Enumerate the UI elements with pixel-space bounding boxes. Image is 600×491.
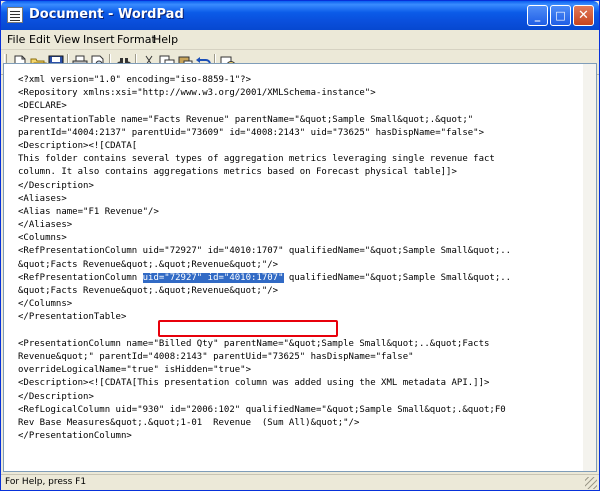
doc-line: Rev Base Measures&quot;.&quot;1-01 Reven… bbox=[18, 417, 360, 428]
line-text-after-selection: qualifiedName="&quot;Sample Small&quot;.… bbox=[283, 272, 512, 283]
doc-line: <Repository xmlns:xsi="http://www.w3.org… bbox=[18, 88, 376, 99]
menu-help[interactable]: Help bbox=[153, 33, 178, 46]
doc-line: <Aliases> bbox=[18, 193, 67, 204]
menu-view[interactable]: View bbox=[54, 33, 80, 46]
doc-line: &quot;Facts Revenue&quot;.&quot;Revenue&… bbox=[18, 259, 279, 270]
vertical-scrollbar[interactable] bbox=[583, 64, 596, 471]
doc-line: Revenue&quot;" parentId="4008:2143" pare… bbox=[18, 351, 414, 362]
doc-line: <PresentationColumn name="Billed Qty" pa… bbox=[18, 338, 490, 349]
document-content[interactable]: <?xml version="1.0" encoding="iso-8859-1… bbox=[18, 74, 578, 443]
status-text: For Help, press F1 bbox=[5, 477, 87, 487]
wordpad-app-icon[interactable] bbox=[7, 7, 23, 23]
doc-line: <Description><![CDATA[This presentation … bbox=[18, 378, 490, 389]
doc-line: </Aliases> bbox=[18, 220, 73, 231]
close-button[interactable]: ✕ bbox=[573, 5, 594, 26]
wordpad-window: Document - WordPad _ □ ✕ File Edit View … bbox=[0, 0, 600, 491]
doc-line-highlighted: <RefPresentationColumn uid="72927" id="4… bbox=[18, 272, 578, 285]
doc-line: <DECLARE> bbox=[18, 101, 67, 112]
doc-line: <Description><![CDATA[ bbox=[18, 140, 138, 151]
doc-line: parentId="4004:2137" parentUid="73609" i… bbox=[18, 127, 484, 138]
doc-line: </Columns> bbox=[18, 299, 73, 310]
minimize-button[interactable]: _ bbox=[527, 5, 548, 26]
doc-line: <PresentationTable name="Facts Revenue" … bbox=[18, 114, 474, 125]
doc-line: overrideLogicalName="true" isHidden="tru… bbox=[18, 365, 251, 376]
menu-bar: File Edit View Insert Format Help bbox=[1, 30, 599, 50]
doc-line: </PresentationColumn> bbox=[18, 431, 132, 442]
doc-line: &quot;Facts Revenue&quot;.&quot;Revenue&… bbox=[18, 286, 279, 296]
status-bar: For Help, press F1 bbox=[1, 474, 599, 490]
doc-line: <RefLogicalColumn uid="930" id="2006:102… bbox=[18, 404, 506, 415]
doc-line: <Columns> bbox=[18, 233, 67, 244]
highlight-annotation-box bbox=[158, 320, 338, 337]
line-text-before-selection: <RefPresentationColumn bbox=[18, 272, 143, 283]
selected-text[interactable]: uid="72927" id="4010:1707" bbox=[142, 272, 284, 283]
document-area[interactable]: <?xml version="1.0" encoding="iso-8859-1… bbox=[3, 63, 597, 472]
doc-line: column. It also contains aggregations me… bbox=[18, 167, 457, 178]
title-bar[interactable]: Document - WordPad _ □ ✕ bbox=[1, 1, 599, 30]
doc-line: This folder contains several types of ag… bbox=[18, 154, 495, 165]
resize-grip[interactable] bbox=[585, 477, 597, 489]
menu-insert[interactable]: Insert bbox=[83, 33, 115, 46]
doc-line: <Alias name="F1 Revenue"/> bbox=[18, 206, 159, 217]
menu-edit[interactable]: Edit bbox=[29, 33, 50, 46]
menu-file[interactable]: File bbox=[7, 33, 25, 46]
doc-line: </Description> bbox=[18, 391, 94, 402]
maximize-button[interactable]: □ bbox=[550, 5, 571, 26]
doc-line: <?xml version="1.0" encoding="iso-8859-1… bbox=[18, 75, 251, 85]
menu-format[interactable]: Format bbox=[117, 33, 156, 46]
window-title: Document - WordPad bbox=[29, 7, 184, 22]
doc-line: </Description> bbox=[18, 180, 94, 191]
doc-line: <RefPresentationColumn uid="72927" id="4… bbox=[18, 246, 512, 257]
